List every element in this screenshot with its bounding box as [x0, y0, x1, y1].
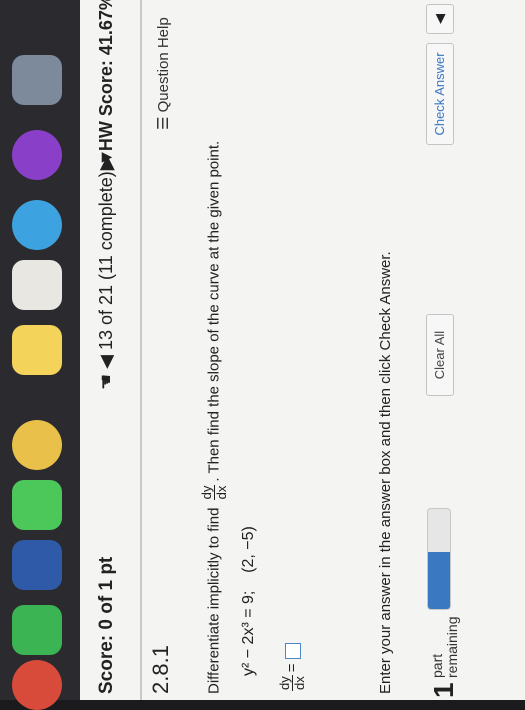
photos-icon[interactable] [12, 420, 62, 470]
equation: y² − 2x³ = 9; [240, 590, 257, 676]
left-arrow-icon: ◀ [432, 14, 447, 24]
nav-arrow-button[interactable]: ◀ [426, 4, 454, 34]
homework-score-label: HW Score: 41.67%, 8 [96, 0, 116, 152]
check-answer-button[interactable]: Check Answer [426, 43, 454, 145]
mylab-question-screen: Score: 0 of 1 pt ☚ ◀ 13 of 21 (11 comple… [80, 0, 525, 700]
question-score: Score: 0 of 1 pt [96, 556, 117, 694]
answer-dy: dy [277, 675, 293, 691]
launchpad-icon[interactable] [12, 55, 62, 105]
dy-dx-fraction: dy dx [199, 484, 229, 501]
next-arrow-icon[interactable]: ▶ [96, 151, 116, 170]
part-label: part [429, 653, 445, 678]
header-divider [140, 0, 142, 700]
dx-text: dx [214, 485, 229, 500]
answer-dy-dx-fraction: dy dx [277, 675, 307, 691]
word-icon[interactable] [12, 540, 62, 590]
answer-input-box[interactable] [284, 643, 301, 660]
safari-icon[interactable] [12, 200, 62, 250]
prompt-before: Differentiate implicitly to find [205, 507, 223, 694]
question-prompt: Differentiate implicitly to find dy dx . T… [199, 140, 229, 694]
progress-label: 13 of 21 (11 complete) [96, 171, 116, 351]
answer-dx: dx [292, 676, 307, 690]
macos-dock [0, 0, 80, 710]
given-point: (2, −5) [240, 526, 257, 573]
messages-icon[interactable] [12, 480, 62, 530]
parts-remaining-label: part remaining [429, 616, 460, 678]
parts-progress-fill [428, 552, 450, 609]
question-help-label: Question Help [155, 17, 172, 113]
clear-all-button[interactable]: Clear All [426, 314, 454, 396]
list-icon: ☰ [155, 112, 172, 130]
parts-progress-bar [427, 508, 451, 610]
dy-text: dy [199, 484, 215, 501]
siri-icon[interactable] [12, 130, 62, 180]
calendar-icon[interactable] [12, 260, 62, 310]
notes-icon[interactable] [12, 325, 62, 375]
section-number: 2.8.1 [148, 645, 173, 694]
answer-equals: = [283, 663, 301, 673]
equation-line: y² − 2x³ = 9; (2, −5) [240, 526, 258, 676]
question-progress[interactable]: ☚ ◀ 13 of 21 (11 complete) ▼ [96, 148, 117, 390]
parts-remaining-count: 1 [428, 682, 459, 698]
answer-instruction: Enter your answer in the answer box and … [377, 251, 394, 694]
facetime-icon[interactable] [12, 605, 62, 655]
question-help-link[interactable]: ☰ Question Help [154, 17, 172, 130]
remaining-label: remaining [444, 616, 460, 678]
prompt-after: . Then find the slope of the curve at th… [205, 140, 223, 482]
chrome-icon[interactable] [12, 660, 62, 710]
homework-score: ▶ HW Score: 41.67%, 8 [96, 0, 117, 170]
hand-pointer-icon: ☚ ◀ [96, 350, 116, 390]
answer-row: dy dx = [277, 643, 307, 695]
